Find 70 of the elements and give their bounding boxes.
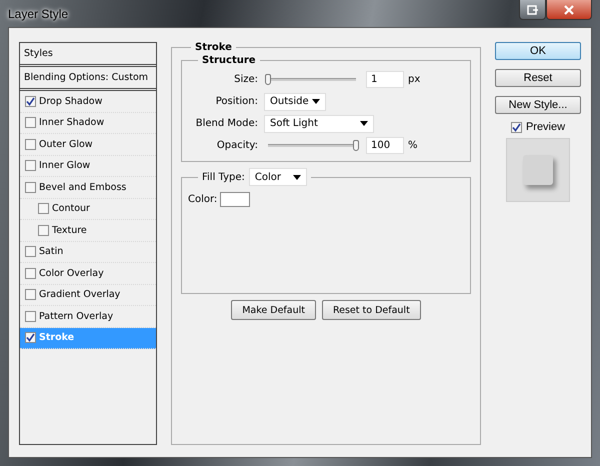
opacity-field[interactable]: 100 — [366, 137, 404, 154]
style-label: Color Overlay — [39, 268, 104, 279]
preview-label: Preview — [526, 121, 566, 133]
fill-type-dropdown[interactable]: Color — [248, 168, 307, 186]
color-label: Color: — [188, 194, 218, 205]
style-item[interactable]: Color Overlay — [20, 263, 156, 284]
opacity-label: Opacity: — [216, 140, 258, 151]
dialog-button[interactable]: New Style... — [495, 96, 581, 114]
caret-icon — [292, 174, 301, 180]
blend-mode-label: Blend Mode: — [194, 118, 258, 129]
style-label: Outer Glow — [39, 138, 93, 150]
slider-thumb[interactable] — [353, 140, 359, 151]
size-field[interactable]: 1 — [366, 71, 404, 88]
dialog-button[interactable]: Reset to Default — [322, 300, 421, 320]
fill-type-label: Fill Type: — [202, 172, 245, 182]
checkbox[interactable] — [38, 224, 49, 236]
size-label: Size: — [233, 74, 258, 85]
close-icon — [563, 4, 575, 14]
checkbox[interactable] — [25, 268, 36, 279]
dialog-button[interactable]: Reset — [495, 69, 581, 87]
style-item[interactable]: Bevel and Emboss — [20, 177, 156, 198]
color-swatch[interactable] — [220, 192, 250, 207]
window-title: Layer Style — [8, 6, 68, 20]
style-item[interactable]: Texture — [20, 220, 156, 242]
style-item[interactable]: Inner Shadow — [20, 112, 156, 134]
style-item[interactable]: Outer Glow — [20, 134, 156, 156]
style-label: Inner Shadow — [39, 117, 104, 128]
checkbox[interactable] — [25, 332, 36, 344]
checkbox[interactable] — [25, 310, 36, 322]
style-item[interactable]: Satin — [20, 242, 156, 263]
checkbox[interactable] — [25, 182, 36, 193]
slider-thumb[interactable] — [265, 74, 271, 85]
preview-thumbnail — [506, 138, 570, 202]
style-label: Gradient Overlay — [39, 289, 120, 300]
unit-label: px — [408, 74, 420, 85]
style-label: Satin — [39, 246, 64, 258]
style-item[interactable]: Inner Glow — [20, 156, 156, 177]
style-label: Inner Glow — [39, 160, 90, 172]
checkbox[interactable] — [25, 289, 36, 300]
list-header[interactable]: Styles — [20, 43, 156, 67]
position-dropdown[interactable]: Outside — [264, 92, 326, 110]
close-button[interactable] — [546, 0, 592, 20]
window-icon — [526, 4, 538, 14]
checkbox[interactable] — [25, 96, 36, 107]
style-label: Bevel and Emboss — [39, 182, 126, 193]
style-label: Contour — [52, 203, 90, 214]
preview-checkbox[interactable] — [510, 122, 522, 132]
group-title: Structure — [201, 55, 257, 66]
checkbox[interactable] — [25, 138, 36, 150]
style-item[interactable]: Gradient Overlay — [20, 284, 156, 306]
style-label: Drop Shadow — [39, 96, 102, 107]
style-item[interactable]: Drop Shadow — [20, 91, 156, 112]
checkbox[interactable] — [25, 160, 36, 172]
dialog-button[interactable]: OK — [495, 42, 581, 60]
dialog-button[interactable]: Make Default — [231, 300, 316, 320]
caret-icon — [312, 99, 320, 104]
checkbox[interactable] — [25, 117, 36, 128]
style-label: Stroke — [39, 332, 74, 344]
group-title: Stroke — [194, 42, 233, 53]
position-label: Position: — [214, 96, 258, 107]
style-label: Pattern Overlay — [39, 310, 114, 322]
restore-button[interactable] — [519, 0, 546, 20]
list-header[interactable]: Blending Options: Custom — [20, 67, 156, 91]
unit-label: % — [408, 140, 418, 151]
blend-mode-dropdown[interactable]: Soft Light — [264, 114, 374, 132]
checkbox[interactable] — [38, 203, 49, 214]
style-label: Texture — [52, 224, 87, 236]
checkbox[interactable] — [25, 246, 36, 258]
caret-icon — [360, 121, 368, 126]
style-item[interactable]: Contour — [20, 198, 156, 220]
